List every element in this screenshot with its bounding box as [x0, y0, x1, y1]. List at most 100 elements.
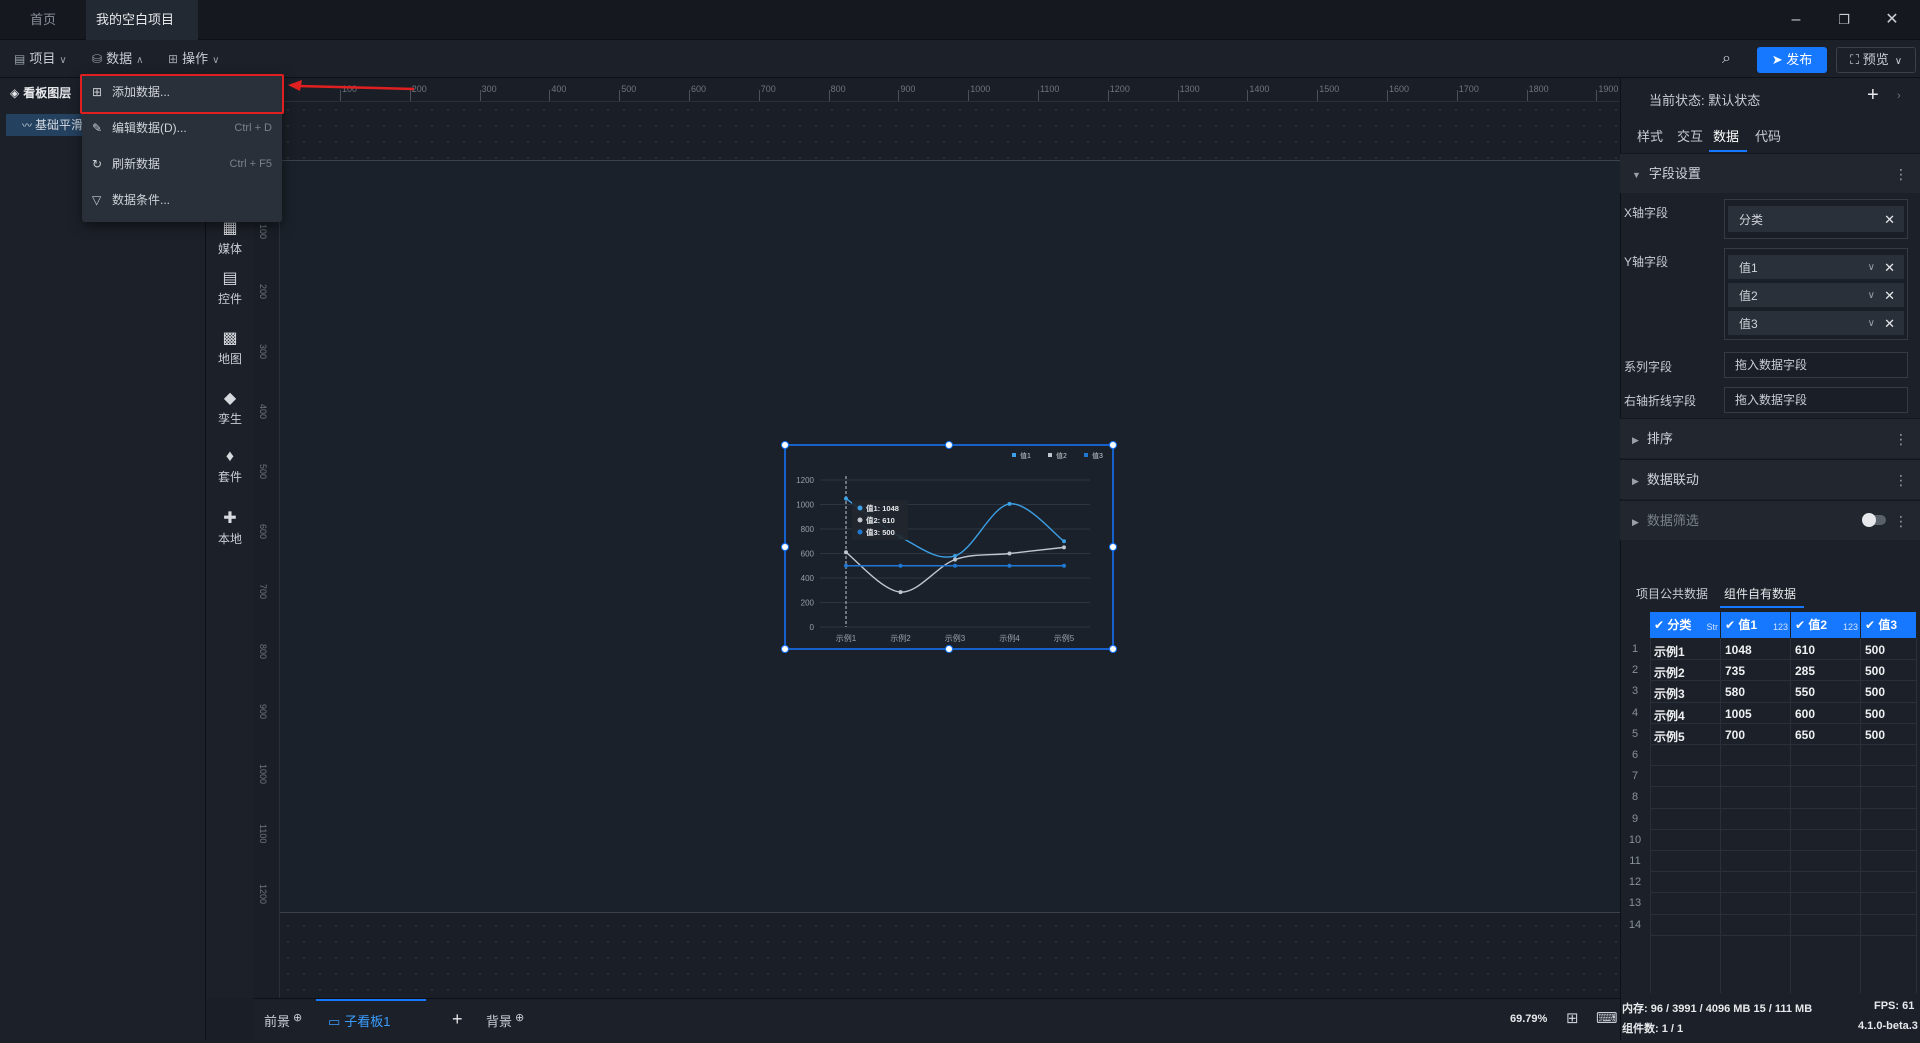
tool-map[interactable]: ▩ 地图 — [206, 328, 254, 367]
type-label: 123 — [1842, 622, 1858, 632]
refresh-data-item[interactable]: ↻ 刷新数据 Ctrl + F5 — [82, 146, 282, 182]
board-tab[interactable]: ▭ 子看板1 — [316, 999, 426, 1041]
table-cell[interactable]: 735 — [1721, 664, 1745, 678]
tab-my-project[interactable]: 我的空白项目 — [86, 0, 198, 65]
layer-item[interactable]: 〰基础平滑 — [6, 114, 84, 136]
tab-data[interactable]: 数据 — [1713, 126, 1739, 145]
field-settings-section[interactable]: ▼ 字段设置 ⋮ — [1620, 153, 1920, 193]
y-field-chip[interactable]: 值3 ∨ ✕ — [1728, 311, 1904, 335]
column-header-category[interactable]: ✔ 分类 Str — [1650, 612, 1720, 638]
fit-screen-icon[interactable]: ⊞ — [1566, 1009, 1579, 1027]
publish-button[interactable]: ➤ 发布 — [1757, 47, 1827, 73]
resize-handle[interactable] — [781, 543, 789, 551]
column-header-value3[interactable]: ✔ 值3 — [1861, 612, 1916, 638]
chevron-right-icon[interactable]: › — [1897, 90, 1901, 102]
add-board-icon[interactable]: + — [452, 1009, 463, 1030]
table-cell[interactable]: 580 — [1721, 685, 1745, 699]
tab-style[interactable]: 样式 — [1637, 126, 1663, 145]
restore-button[interactable]: ❐ — [1820, 0, 1868, 40]
edit-data-item[interactable]: ✎ 编辑数据(D)... Ctrl + D — [82, 110, 282, 146]
tab-home[interactable]: 首页 — [12, 0, 74, 40]
resize-handle[interactable] — [945, 645, 953, 653]
table-cell[interactable]: 1048 — [1721, 643, 1752, 657]
menu-operate[interactable]: ⊞ 操作 ∨ — [168, 40, 219, 78]
remove-icon[interactable]: ✕ — [1884, 284, 1895, 308]
filter-section[interactable]: ▶ 数据筛选 ⋮ — [1620, 500, 1920, 540]
resize-handle[interactable] — [1109, 441, 1117, 449]
menu-item-label: 编辑数据(D)... — [112, 121, 187, 135]
resize-handle[interactable] — [945, 441, 953, 449]
data-point — [1007, 563, 1012, 568]
series-field-dropzone[interactable]: 拖入数据字段 — [1724, 352, 1908, 378]
background-tab[interactable]: 背景 ⊕ — [486, 1011, 524, 1030]
tab-code[interactable]: 代码 — [1755, 126, 1781, 145]
table-cell[interactable]: 示例5 — [1650, 728, 1685, 745]
remove-icon[interactable]: ✕ — [1884, 207, 1895, 233]
resize-handle[interactable] — [1109, 645, 1117, 653]
x-field-chip[interactable]: 分类 ✕ — [1728, 206, 1904, 232]
chevron-down-icon[interactable]: ∨ — [1868, 256, 1875, 280]
menu-data-label: 数据 — [106, 51, 133, 66]
header-label: 值2 — [1808, 618, 1828, 632]
table-cell[interactable]: 550 — [1791, 685, 1815, 699]
table-cell[interactable]: 610 — [1791, 643, 1815, 657]
more-icon[interactable]: ⋮ — [1894, 501, 1908, 541]
tool-widget[interactable]: ▤ 控件 — [206, 268, 254, 307]
tool-twin[interactable]: ◆ 孪生 — [206, 388, 254, 427]
add-state-icon[interactable]: + — [1867, 84, 1879, 107]
preview-button[interactable]: ⛶ 预览 ∨ — [1836, 47, 1916, 73]
table-cell[interactable]: 1005 — [1721, 707, 1752, 721]
table-cell[interactable]: 500 — [1861, 685, 1885, 699]
column-header-value2[interactable]: ✔ 值2 123 — [1791, 612, 1860, 638]
chevron-down-icon[interactable]: ∨ — [1868, 312, 1875, 336]
resize-handle[interactable] — [1109, 543, 1117, 551]
tool-media[interactable]: ▦ 媒体 — [206, 218, 254, 257]
tab-interaction[interactable]: 交互 — [1677, 126, 1703, 145]
more-icon[interactable]: ⋮ — [1894, 460, 1908, 500]
resize-handle[interactable] — [781, 441, 789, 449]
row-number: 12 — [1628, 876, 1642, 889]
menu-project[interactable]: ▤ 项目 ∨ — [14, 40, 67, 78]
right-axis-dropzone[interactable]: 拖入数据字段 — [1724, 387, 1908, 413]
keyboard-icon[interactable]: ⌨ — [1596, 1009, 1618, 1027]
tab-component-data[interactable]: 组件自有数据 — [1724, 585, 1796, 602]
y-field-chip[interactable]: 值1 ∨ ✕ — [1728, 255, 1904, 279]
table-cell[interactable]: 700 — [1721, 728, 1745, 742]
close-button[interactable]: ✕ — [1868, 0, 1916, 40]
menu-data[interactable]: ⛁ 数据 ∧ — [92, 40, 143, 78]
table-cell[interactable]: 示例1 — [1650, 643, 1685, 660]
table-cell[interactable]: 示例2 — [1650, 664, 1685, 681]
search-icon[interactable]: ⌕ — [1722, 40, 1731, 78]
table-cell[interactable]: 示例3 — [1650, 685, 1685, 702]
remove-icon[interactable]: ✕ — [1884, 256, 1895, 280]
table-cell[interactable]: 650 — [1791, 728, 1815, 742]
tool-local[interactable]: ✚ 本地 — [206, 508, 254, 547]
remove-icon[interactable]: ✕ — [1884, 312, 1895, 336]
table-cell[interactable]: 500 — [1861, 664, 1885, 678]
data-condition-item[interactable]: ▽ 数据条件... — [82, 182, 282, 218]
line-chart[interactable]: 0 200 400 600 800 1000 1200 示例1 示例2 示例3 示例4 示例5 值1 值… — [780, 440, 1118, 654]
resize-handle[interactable] — [781, 645, 789, 653]
linkage-section[interactable]: ▶ 数据联动 ⋮ — [1620, 459, 1920, 499]
minimize-button[interactable]: – — [1772, 0, 1820, 40]
more-icon[interactable]: ⋮ — [1894, 154, 1908, 194]
more-icon[interactable]: ⋮ — [1894, 419, 1908, 459]
table-cell[interactable]: 600 — [1791, 707, 1815, 721]
zoom-level[interactable]: 69.79% — [1510, 1013, 1547, 1025]
tab-project-data[interactable]: 项目公共数据 — [1636, 585, 1708, 602]
sort-section[interactable]: ▶ 排序 ⋮ — [1620, 418, 1920, 458]
ruler-tick — [549, 90, 551, 101]
chevron-down-icon[interactable]: ∨ — [1868, 284, 1875, 308]
table-cell[interactable]: 示例4 — [1650, 707, 1685, 724]
layers-title: 看板图层 — [23, 86, 72, 100]
column-header-value1[interactable]: ✔ 值1 123 — [1721, 612, 1790, 638]
table-cell[interactable]: 285 — [1791, 664, 1815, 678]
filter-toggle[interactable] — [1862, 513, 1886, 527]
table-cell[interactable]: 500 — [1861, 728, 1885, 742]
edit-icon: ✎ — [92, 121, 103, 135]
y-field-chip[interactable]: 值2 ∨ ✕ — [1728, 283, 1904, 307]
tool-kit[interactable]: ♦ 套件 — [206, 448, 254, 485]
foreground-tab[interactable]: 前景 ⊕ — [264, 1011, 302, 1030]
table-cell[interactable]: 500 — [1861, 707, 1885, 721]
table-cell[interactable]: 500 — [1861, 643, 1885, 657]
